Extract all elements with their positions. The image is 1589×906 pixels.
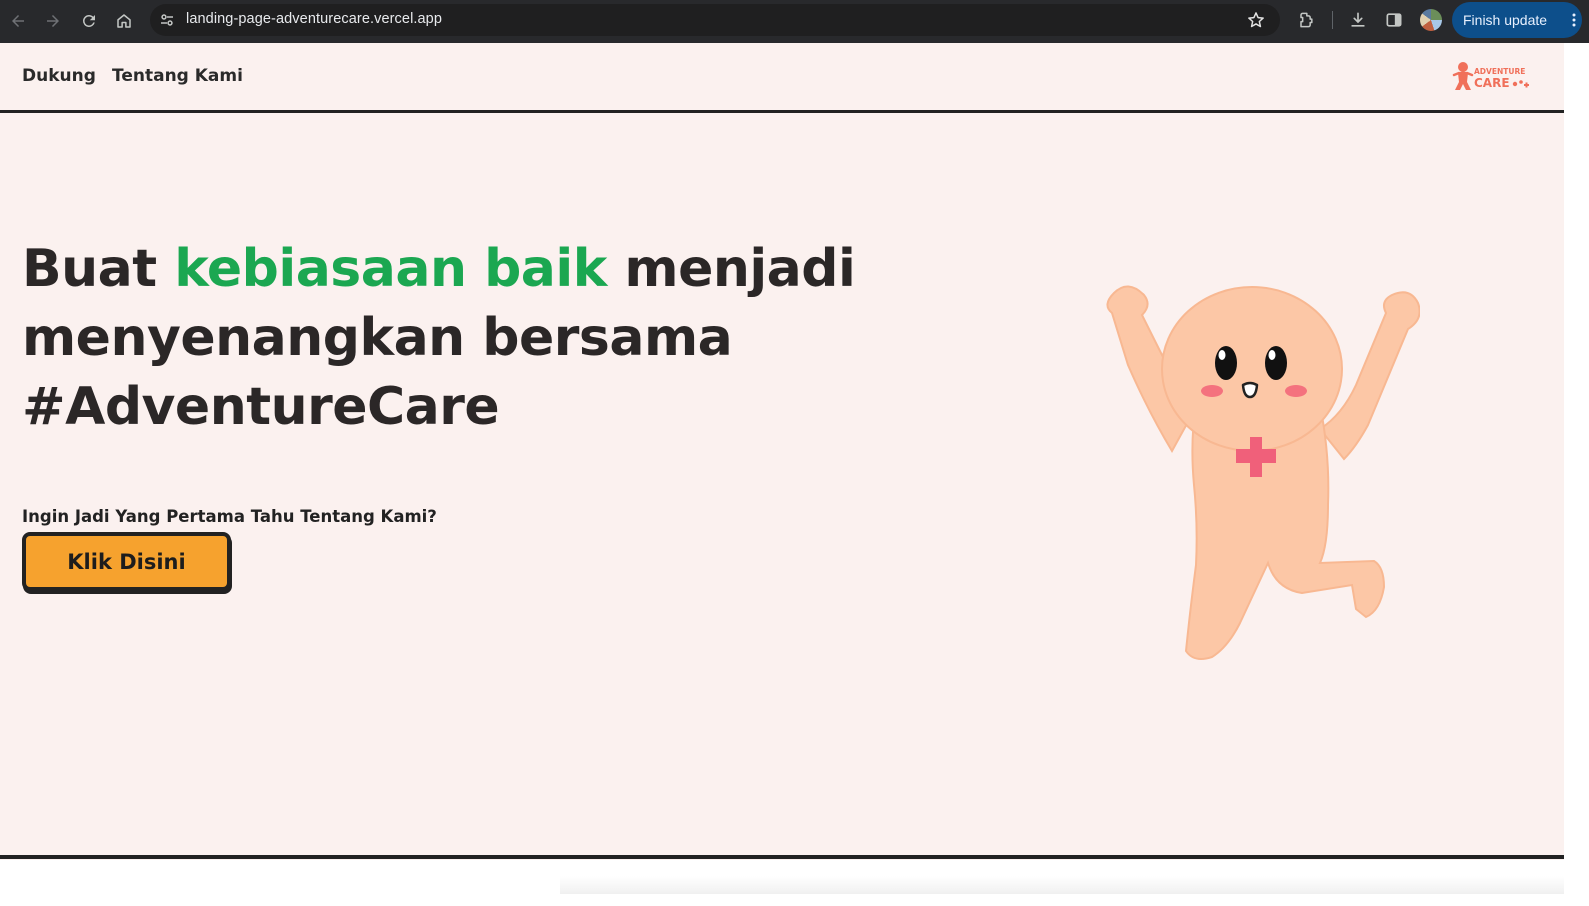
- more-vert-icon[interactable]: [1572, 13, 1576, 27]
- section-divider: [0, 855, 1564, 859]
- landing-page: Dukung Tentang Kami ADVENTURE CARE Buat …: [0, 43, 1564, 896]
- adventurecare-logo[interactable]: ADVENTURE CARE: [1452, 58, 1530, 94]
- url-text[interactable]: landing-page-adventurecare.vercel.app: [186, 11, 442, 27]
- toolbar-divider: [1332, 11, 1333, 29]
- extensions-button[interactable]: [1295, 9, 1317, 31]
- next-section-shadow: [560, 876, 1564, 894]
- reload-button[interactable]: [77, 9, 101, 33]
- tune-icon[interactable]: [158, 11, 176, 29]
- reload-icon: [82, 14, 95, 27]
- browser-toolbar: landing-page-adventurecare.vercel.app Fi…: [0, 0, 1589, 43]
- hero-title-highlight: kebiasaan baik: [174, 239, 607, 299]
- top-navigation: Dukung Tentang Kami ADVENTURE CARE: [0, 43, 1564, 113]
- puzzle-icon: [1300, 12, 1313, 28]
- home-icon: [117, 14, 131, 28]
- finish-update-button[interactable]: Finish update: [1452, 2, 1582, 38]
- svg-text:ADVENTURE: ADVENTURE: [1474, 67, 1525, 76]
- arrow-left-icon: [12, 15, 24, 27]
- forward-button[interactable]: [41, 9, 65, 33]
- nav-link-tentang-kami[interactable]: Tentang Kami: [112, 66, 243, 86]
- nav-link-dukung[interactable]: Dukung: [22, 66, 96, 86]
- star-icon[interactable]: [1246, 10, 1266, 30]
- home-button[interactable]: [112, 9, 136, 33]
- klik-disini-button[interactable]: Klik Disini: [22, 532, 231, 591]
- finish-update-label: Finish update: [1463, 12, 1548, 28]
- address-bar[interactable]: landing-page-adventurecare.vercel.app: [150, 4, 1280, 36]
- download-icon: [1351, 12, 1365, 27]
- arrow-right-icon: [47, 15, 59, 27]
- avatar-icon[interactable]: [1420, 9, 1442, 31]
- hero-title-part1: Buat: [22, 239, 175, 299]
- side-panel-button[interactable]: [1383, 9, 1405, 31]
- downloads-button[interactable]: [1347, 9, 1369, 31]
- scrollbar-track[interactable]: [1564, 43, 1589, 906]
- side-panel-icon: [1386, 13, 1402, 27]
- mascot-illustration: [1106, 285, 1420, 660]
- back-button[interactable]: [6, 9, 30, 33]
- hero-title: Buat kebiasaan baik menjadi menyenangkan…: [22, 235, 922, 442]
- cta-question: Ingin Jadi Yang Pertama Tahu Tentang Kam…: [22, 507, 437, 526]
- svg-text:CARE: CARE: [1474, 76, 1510, 90]
